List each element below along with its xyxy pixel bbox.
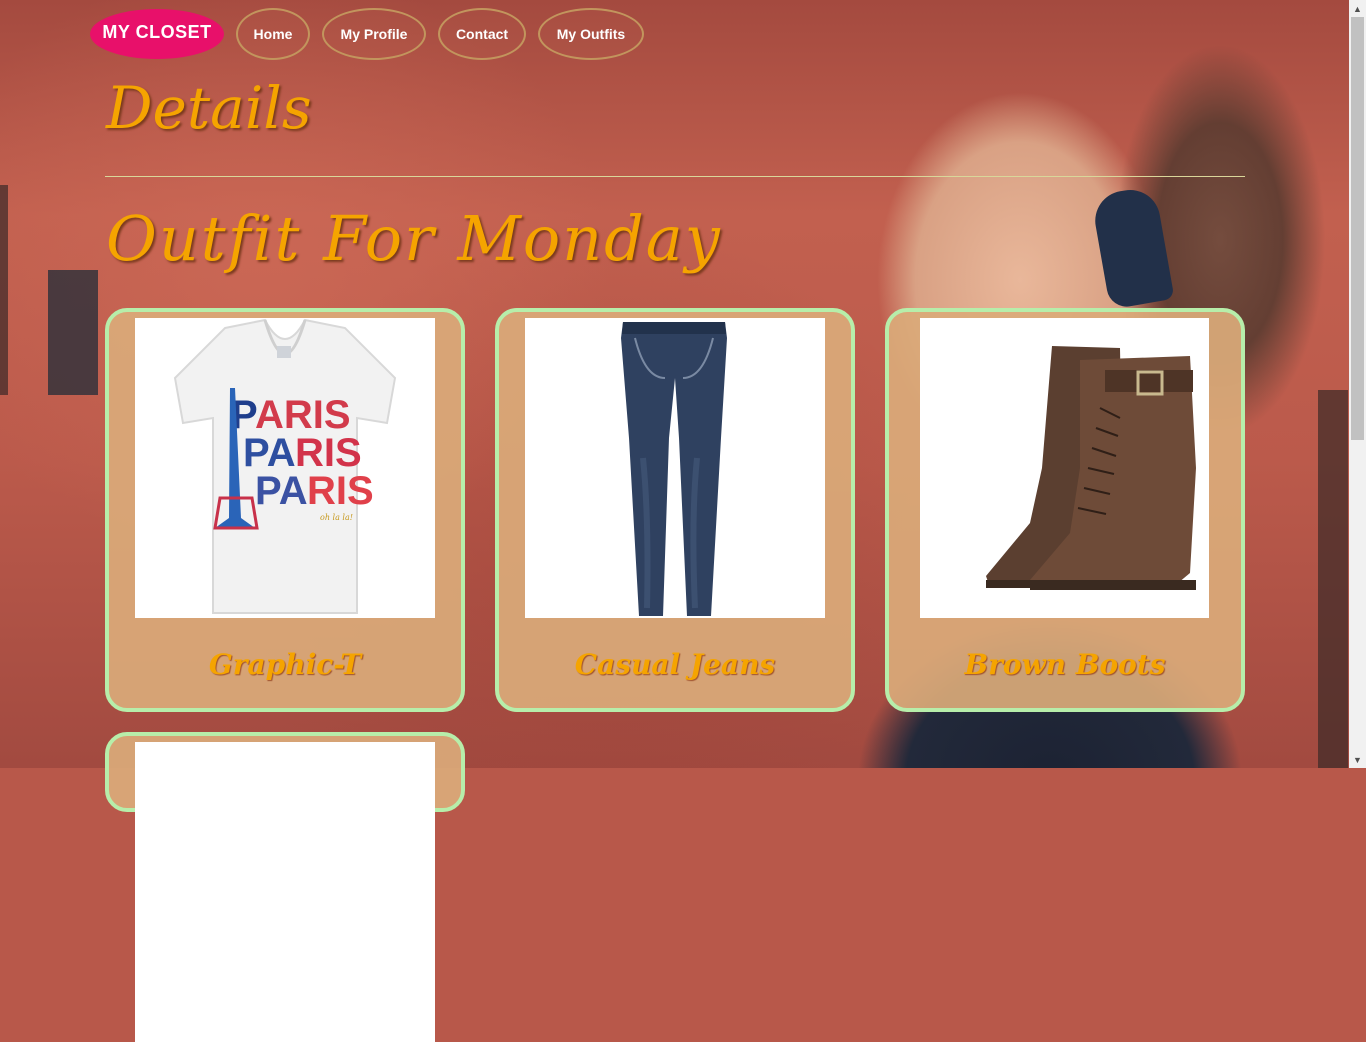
item-name: Graphic-T [208,648,362,681]
svg-text:PA: PA [255,469,308,513]
svg-text:oh la la!: oh la la! [320,513,353,522]
outfit-item-card[interactable] [105,732,465,1042]
item-name: Casual Jeans [574,648,776,681]
scroll-down-icon[interactable]: ▼ [1349,751,1366,768]
vertical-scrollbar[interactable]: ▲ ▼ [1349,0,1366,768]
outfit-item-card[interactable]: P ARIS PA RIS PA RIS oh la la! Graphic-T [105,308,465,712]
item-image-tshirt: P ARIS PA RIS PA RIS oh la la! [135,318,435,618]
scrollbar-thumb[interactable] [1351,17,1364,440]
brand-logo[interactable]: MY CLOSET [90,9,224,59]
item-name: Brown Boots [964,648,1166,681]
nav-my-profile[interactable]: My Profile [322,8,426,60]
outfit-item-card[interactable]: Casual Jeans [495,308,855,712]
divider [105,176,1245,177]
nav-my-outfits[interactable]: My Outfits [538,8,644,60]
outfit-item-card[interactable]: Brown Boots [885,308,1245,712]
top-nav: MY CLOSET Home My Profile Contact My Out… [90,6,644,62]
page-title: Details [106,74,312,142]
scroll-up-icon[interactable]: ▲ [1349,0,1366,17]
item-image-jeans [525,318,825,618]
outfit-title: Outfit For Monday [106,202,722,275]
item-image [135,742,435,1042]
svg-text:RIS: RIS [307,469,374,513]
nav-contact[interactable]: Contact [438,8,526,60]
nav-home[interactable]: Home [236,8,310,60]
item-image-boots [920,318,1209,618]
